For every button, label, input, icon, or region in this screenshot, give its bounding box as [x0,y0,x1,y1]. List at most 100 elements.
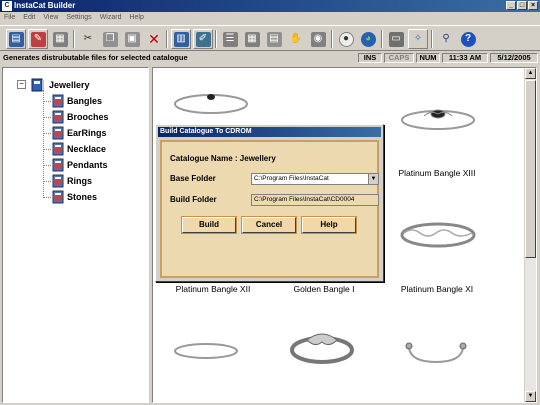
open-catalogue-button[interactable]: ✎ [28,29,48,49]
delete-button[interactable]: ✕ [144,29,164,49]
document-button[interactable]: ▤ [264,29,284,49]
tree-node-category[interactable]: Bangles [67,95,102,107]
category-icon [52,190,64,204]
window-title: InstaCat Builder [14,1,76,10]
bangle-image[interactable] [171,90,251,120]
search-button[interactable]: ⚲ [436,29,456,49]
dialog-title: Build Catalogue To CDROM [158,127,381,137]
menu-wizard[interactable]: Wizard [100,12,122,24]
app-icon: C [2,1,12,11]
maximize-button[interactable]: □ [517,1,527,10]
open-catalogue-icon: ✎ [30,31,46,47]
category-icon [52,174,64,188]
item-label: Golden Bangle I [293,284,355,294]
book-icon: ▥ [173,31,189,47]
bangle-image[interactable] [287,328,357,368]
settings-button[interactable]: ✧ [408,29,428,49]
chevron-down-icon[interactable]: ▼ [368,174,378,184]
tree-node-category[interactable]: Brooches [67,111,109,123]
item-label: Platinum Bangle XII [175,284,251,294]
base-folder-select[interactable]: C:\Program Files\InstaCat ▼ [251,173,379,185]
status-num: NUM [416,53,440,63]
add-item-button[interactable]: ▥ [171,29,191,49]
tree-node-root[interactable]: Jewellery [49,79,90,91]
save-icon: ▦ [52,31,68,47]
web-button[interactable]: ◕ [358,29,378,49]
paste-button[interactable]: ▣ [122,29,142,49]
help-button[interactable]: Help [302,217,356,233]
category-icon [52,126,64,140]
scroll-down-icon[interactable]: ▼ [525,391,536,402]
help-toolbar-button[interactable]: ? [458,29,478,49]
edit-icon: ✐ [195,31,211,47]
copy-button[interactable]: ❐ [100,29,120,49]
toolbar: ▤ ✎ ▦ ✂ ❐ ▣ ✕ ▥ ✐ ☰ ▦ ▤ ✋ ◉ ● ◕ ▭ ✧ ⚲ ? [0,25,540,51]
close-button[interactable]: × [528,1,538,10]
vertical-scrollbar[interactable]: ▲ ▼ [524,68,536,402]
list-view-button[interactable]: ☰ [220,29,240,49]
camera-button[interactable]: ◉ [308,29,328,49]
catalogue-book-icon [31,78,44,92]
tree-node-category[interactable]: Pendants [67,159,108,171]
status-time: 11:33 AM [442,53,488,63]
status-date: 5/12/2005 [490,53,538,63]
monitor-button[interactable]: ▭ [386,29,406,49]
category-icon [52,142,64,156]
hand-icon: ✋ [289,33,303,44]
tree-node-category[interactable]: EarRings [67,127,107,139]
cut-button[interactable]: ✂ [78,29,98,49]
minimize-button[interactable]: _ [506,1,516,10]
list-icon: ☰ [222,31,238,47]
tree-node-category[interactable]: Rings [67,175,92,187]
base-folder-label: Base Folder [170,174,216,183]
status-ins: INS [358,53,382,63]
menu-file[interactable]: File [4,12,15,24]
help-icon: ? [460,31,476,47]
build-button[interactable]: Build [182,217,236,233]
lines-icon: ✧ [413,33,423,44]
bangle-image[interactable] [171,338,241,364]
build-folder-field[interactable]: C:\Program Files\InstaCat\CD0004 [251,194,379,206]
status-bar: Generates distrubutable files for select… [0,52,540,64]
search-icon: ⚲ [442,33,450,44]
edit-item-button[interactable]: ✐ [193,29,213,49]
globe-icon: ◕ [360,31,376,47]
scissors-icon: ✂ [83,33,93,44]
menu-settings[interactable]: Settings [66,12,91,24]
delete-x-icon: ✕ [148,31,160,47]
bangle-image[interactable] [398,218,478,252]
monitor-icon: ▭ [388,31,404,47]
new-catalogue-icon: ▤ [8,31,24,47]
cancel-button[interactable]: Cancel [242,217,296,233]
grid-icon: ▦ [244,31,260,47]
bangle-image[interactable] [401,336,471,366]
scroll-up-icon[interactable]: ▲ [525,68,536,79]
tree-collapse-toggle[interactable]: − [17,80,26,89]
status-caps: CAPS [384,53,414,63]
build-folder-label: Build Folder [170,195,217,204]
title-bar: C InstaCat Builder _ □ × [0,0,540,12]
status-message: Generates distrubutable files for select… [3,53,188,62]
new-catalogue-button[interactable]: ▤ [6,29,26,49]
paste-icon: ▣ [124,31,140,47]
menu-help[interactable]: Help [129,12,143,24]
catalogue-name-label: Catalogue Name : Jewellery [170,154,276,163]
camera-icon: ◉ [310,31,326,47]
cd-icon: ● [338,31,354,47]
cdrom-button[interactable]: ● [336,29,356,49]
category-icon [52,94,64,108]
copy-icon: ❐ [102,31,118,47]
menu-edit[interactable]: Edit [23,12,35,24]
category-icon [52,110,64,124]
tree-node-category[interactable]: Stones [67,191,97,203]
bangle-image[interactable] [398,104,478,134]
scroll-thumb[interactable] [525,80,536,258]
tree-node-category[interactable]: Necklace [67,143,106,155]
save-button[interactable]: ▦ [50,29,70,49]
category-icon [52,158,64,172]
grid-view-button[interactable]: ▦ [242,29,262,49]
item-label: Platinum Bangle XIII [398,168,476,178]
document-icon: ▤ [266,31,282,47]
hand-button[interactable]: ✋ [286,29,306,49]
menu-view[interactable]: View [43,12,58,24]
